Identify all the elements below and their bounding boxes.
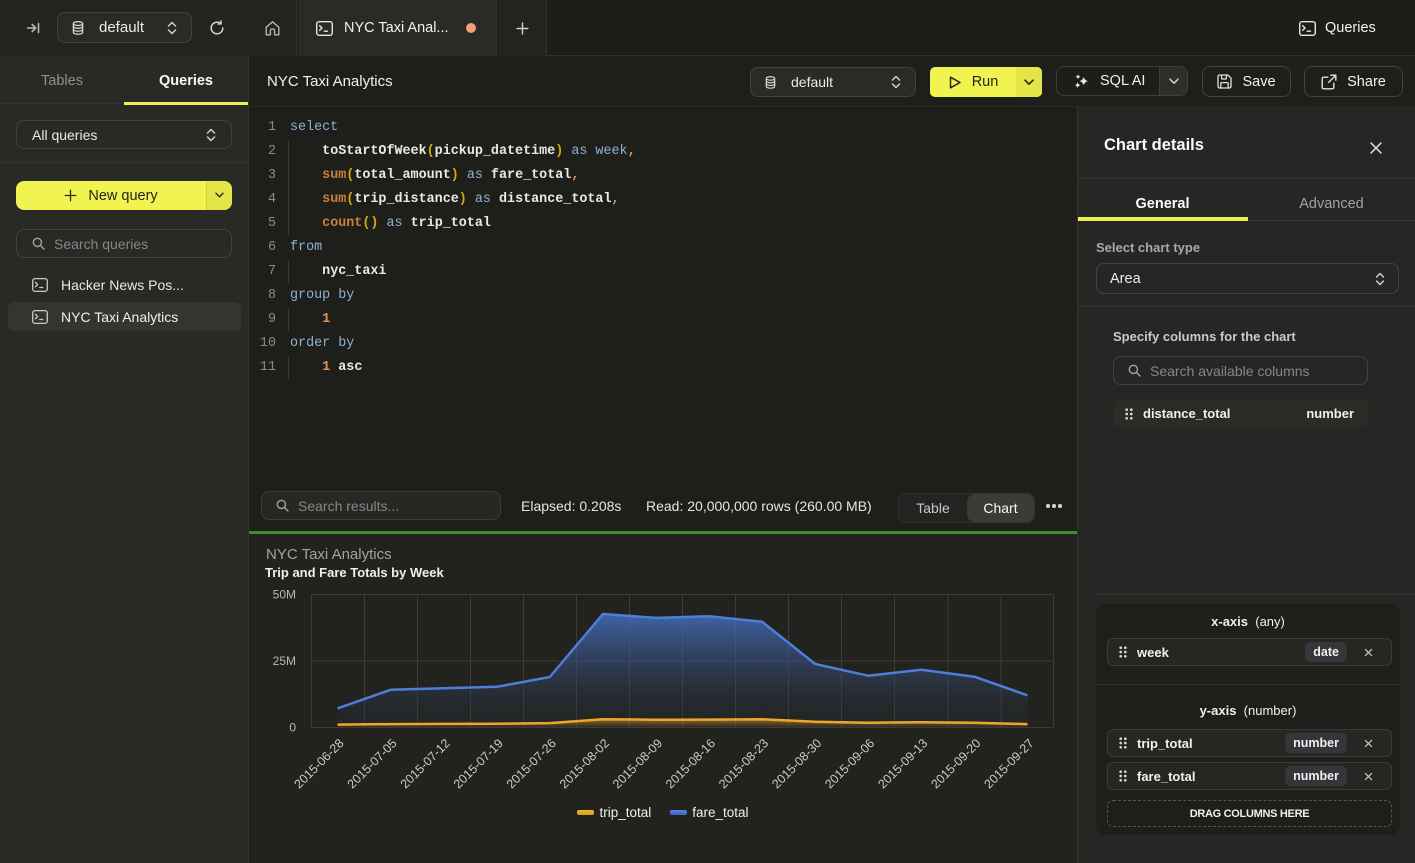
svg-text:2015-07-12: 2015-07-12 <box>398 736 453 791</box>
svg-text:0: 0 <box>289 721 296 735</box>
svg-text:2015-07-05: 2015-07-05 <box>345 736 400 791</box>
svg-text:2015-07-26: 2015-07-26 <box>504 736 559 791</box>
svg-text:2015-08-02: 2015-08-02 <box>557 736 612 791</box>
svg-text:50M: 50M <box>273 588 296 602</box>
svg-text:2015-09-13: 2015-09-13 <box>875 736 930 791</box>
svg-text:2015-08-16: 2015-08-16 <box>663 736 718 791</box>
svg-text:2015-09-27: 2015-09-27 <box>982 736 1037 791</box>
svg-text:2015-08-09: 2015-08-09 <box>610 736 665 791</box>
svg-text:2015-09-20: 2015-09-20 <box>928 736 983 791</box>
svg-text:2015-08-30: 2015-08-30 <box>769 736 824 791</box>
svg-text:25M: 25M <box>273 654 296 668</box>
svg-text:2015-09-06: 2015-09-06 <box>822 736 877 791</box>
svg-text:2015-06-28: 2015-06-28 <box>292 736 347 791</box>
svg-text:2015-08-23: 2015-08-23 <box>716 736 771 791</box>
svg-text:2015-07-19: 2015-07-19 <box>451 736 506 791</box>
